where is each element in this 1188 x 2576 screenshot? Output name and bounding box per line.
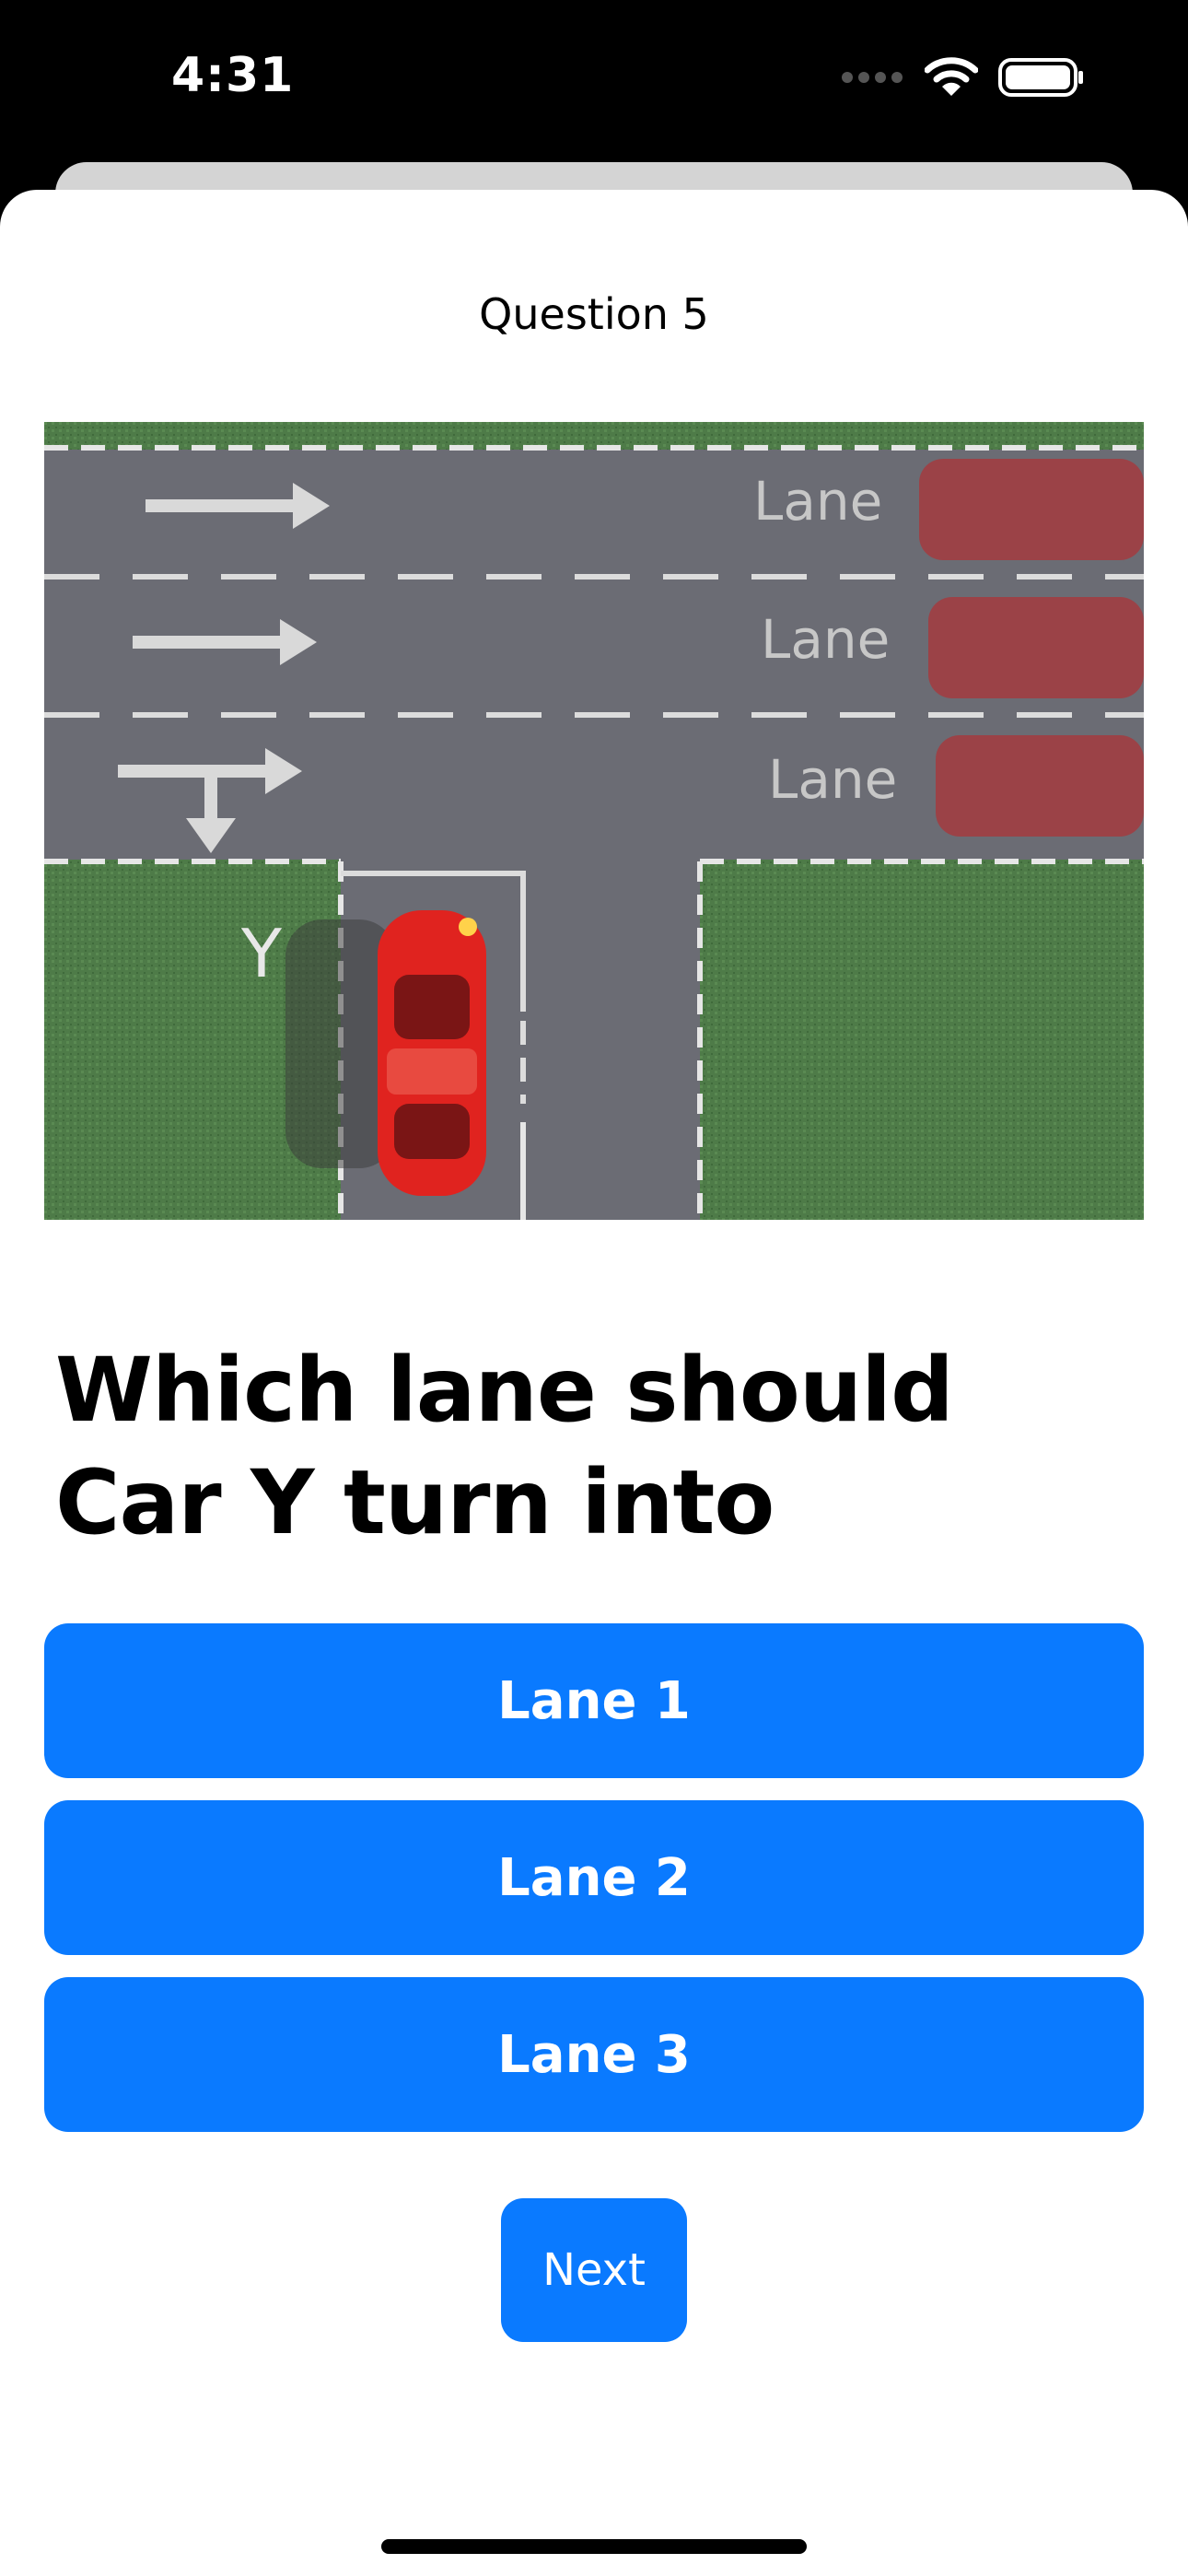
lane-1-label: Lane <box>753 470 882 533</box>
question-image: Lane Lane Lane Y <box>44 422 1144 1220</box>
lane-3-label: Lane <box>768 748 897 811</box>
signal-dots-icon <box>840 70 904 89</box>
status-icons <box>840 57 1085 102</box>
home-indicator[interactable] <box>381 2539 807 2554</box>
answer-button-lane-2[interactable]: Lane 2 <box>44 1800 1144 1955</box>
answer-button-lane-3[interactable]: Lane 3 <box>44 1977 1144 2132</box>
battery-icon <box>998 57 1085 102</box>
quiz-sheet: Question 5 Lane Lane Lane Y Which lane s… <box>0 190 1188 2576</box>
lane-2-label: Lane <box>761 608 890 671</box>
car-y-label: Y <box>240 915 283 992</box>
question-number: Question 5 <box>479 289 709 339</box>
status-bar: 4:31 <box>0 0 1188 166</box>
answer-button-lane-1[interactable]: Lane 1 <box>44 1623 1144 1778</box>
question-text: Which lane should Car Y turn into <box>55 1339 954 1554</box>
next-button[interactable]: Next <box>501 2198 687 2342</box>
status-time: 4:31 <box>171 48 295 103</box>
wifi-icon <box>924 57 979 102</box>
